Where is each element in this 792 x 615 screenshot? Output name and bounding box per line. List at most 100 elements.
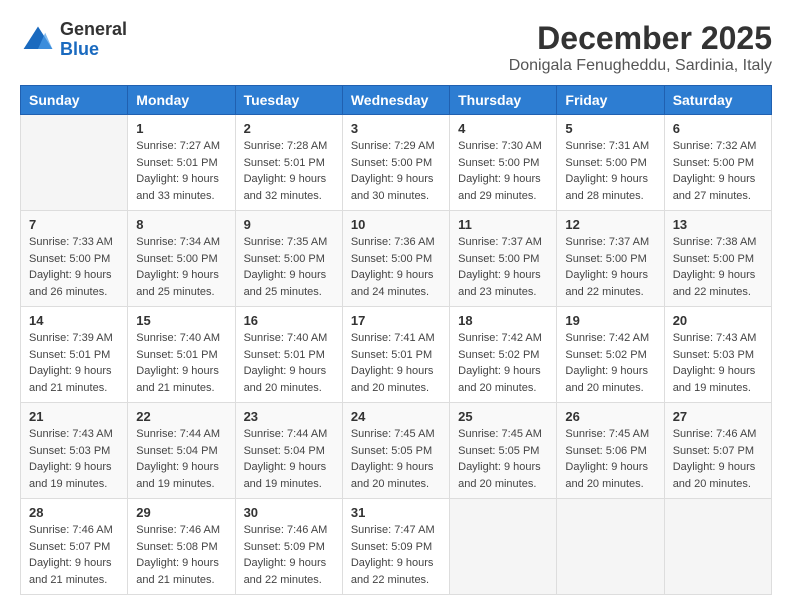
day-info: Sunrise: 7:46 AMSunset: 5:07 PMDaylight:… xyxy=(29,522,119,588)
calendar-cell: 21Sunrise: 7:43 AMSunset: 5:03 PMDayligh… xyxy=(21,403,128,499)
day-info: Sunrise: 7:32 AMSunset: 5:00 PMDaylight:… xyxy=(673,138,763,204)
day-number: 22 xyxy=(136,409,226,424)
calendar-cell xyxy=(664,499,771,595)
calendar-week-row: 28 Sunrise: 7:46 AMSunset: 5:07 PMDayligh… xyxy=(21,499,772,595)
day-number: 10 xyxy=(351,217,441,232)
day-info: Sunrise: 7:27 AMSunset: 5:01 PMDaylight:… xyxy=(136,138,226,204)
day-number: 25 xyxy=(458,409,548,424)
page-header: General Blue December 2025 Donigala Fenu… xyxy=(20,20,772,75)
calendar-cell: 30 Sunrise: 7:46 AMSunset: 5:09 PMDayligh… xyxy=(235,499,342,595)
calendar-cell: 14 Sunrise: 7:39 AMSunset: 5:01 PMDayligh… xyxy=(21,307,128,403)
calendar-cell: 15 Sunrise: 7:40 AMSunset: 5:01 PMDayligh… xyxy=(128,307,235,403)
day-number: 29 xyxy=(136,505,226,520)
calendar-cell: 13 Sunrise: 7:38 AMSunset: 5:00 PMDayligh… xyxy=(664,211,771,307)
day-number: 11 xyxy=(458,217,548,232)
logo-line1: General xyxy=(60,20,127,40)
day-number: 20 xyxy=(673,313,763,328)
day-info: Sunrise: 7:33 AMSunset: 5:00 PMDaylight:… xyxy=(29,234,119,300)
day-info: Sunrise: 7:46 AMSunset: 5:07 PMDaylight:… xyxy=(673,426,763,492)
day-number: 1 xyxy=(136,121,226,136)
calendar-cell xyxy=(21,115,128,211)
day-number: 16 xyxy=(244,313,334,328)
day-info: Sunrise: 7:37 AMSunset: 5:00 PMDaylight:… xyxy=(565,234,655,300)
calendar-cell: 4 Sunrise: 7:30 AMSunset: 5:00 PMDaylight… xyxy=(450,115,557,211)
day-number: 18 xyxy=(458,313,548,328)
calendar-cell: 5Sunrise: 7:31 AMSunset: 5:00 PMDaylight… xyxy=(557,115,664,211)
day-number: 13 xyxy=(673,217,763,232)
day-info: Sunrise: 7:39 AMSunset: 5:01 PMDaylight:… xyxy=(29,330,119,396)
day-info: Sunrise: 7:45 AMSunset: 5:05 PMDaylight:… xyxy=(351,426,441,492)
day-number: 28 xyxy=(29,505,119,520)
day-number: 24 xyxy=(351,409,441,424)
calendar-col-header: Tuesday xyxy=(235,86,342,115)
day-number: 31 xyxy=(351,505,441,520)
day-number: 4 xyxy=(458,121,548,136)
calendar-cell: 19 Sunrise: 7:42 AMSunset: 5:02 PMDayligh… xyxy=(557,307,664,403)
calendar-cell: 20 Sunrise: 7:43 AMSunset: 5:03 PMDayligh… xyxy=(664,307,771,403)
main-title: December 2025 xyxy=(509,20,772,57)
calendar-cell: 18Sunrise: 7:42 AMSunset: 5:02 PMDayligh… xyxy=(450,307,557,403)
calendar-cell: 25Sunrise: 7:45 AMSunset: 5:05 PMDayligh… xyxy=(450,403,557,499)
day-info: Sunrise: 7:30 AMSunset: 5:00 PMDaylight:… xyxy=(458,138,548,204)
calendar-cell: 29 Sunrise: 7:46 AMSunset: 5:08 PMDayligh… xyxy=(128,499,235,595)
day-info: Sunrise: 7:44 AMSunset: 5:04 PMDaylight:… xyxy=(136,426,226,492)
day-number: 17 xyxy=(351,313,441,328)
day-info: Sunrise: 7:37 AMSunset: 5:00 PMDaylight:… xyxy=(458,234,548,300)
calendar-cell: 8 Sunrise: 7:34 AMSunset: 5:00 PMDaylight… xyxy=(128,211,235,307)
calendar-cell: 12 Sunrise: 7:37 AMSunset: 5:00 PMDayligh… xyxy=(557,211,664,307)
calendar-week-row: 7 Sunrise: 7:33 AMSunset: 5:00 PMDaylight… xyxy=(21,211,772,307)
calendar-cell: 31 Sunrise: 7:47 AMSunset: 5:09 PMDayligh… xyxy=(342,499,449,595)
logo: General Blue xyxy=(20,20,127,60)
day-number: 8 xyxy=(136,217,226,232)
calendar-table: SundayMondayTuesdayWednesdayThursdayFrid… xyxy=(20,85,772,595)
day-number: 30 xyxy=(244,505,334,520)
logo-line2: Blue xyxy=(60,40,127,60)
day-info: Sunrise: 7:40 AMSunset: 5:01 PMDaylight:… xyxy=(136,330,226,396)
calendar-cell: 22 Sunrise: 7:44 AMSunset: 5:04 PMDayligh… xyxy=(128,403,235,499)
day-info: Sunrise: 7:38 AMSunset: 5:00 PMDaylight:… xyxy=(673,234,763,300)
day-info: Sunrise: 7:44 AMSunset: 5:04 PMDaylight:… xyxy=(244,426,334,492)
calendar-week-row: 1 Sunrise: 7:27 AMSunset: 5:01 PMDaylight… xyxy=(21,115,772,211)
day-info: Sunrise: 7:46 AMSunset: 5:08 PMDaylight:… xyxy=(136,522,226,588)
calendar-cell: 2Sunrise: 7:28 AMSunset: 5:01 PMDaylight… xyxy=(235,115,342,211)
day-info: Sunrise: 7:42 AMSunset: 5:02 PMDaylight:… xyxy=(565,330,655,396)
title-block: December 2025 Donigala Fenugheddu, Sardi… xyxy=(509,20,772,75)
calendar-cell: 23 Sunrise: 7:44 AMSunset: 5:04 PMDayligh… xyxy=(235,403,342,499)
calendar-cell xyxy=(557,499,664,595)
day-number: 6 xyxy=(673,121,763,136)
calendar-col-header: Friday xyxy=(557,86,664,115)
calendar-cell: 6 Sunrise: 7:32 AMSunset: 5:00 PMDaylight… xyxy=(664,115,771,211)
calendar-col-header: Thursday xyxy=(450,86,557,115)
day-number: 14 xyxy=(29,313,119,328)
day-number: 7 xyxy=(29,217,119,232)
location-subtitle: Donigala Fenugheddu, Sardinia, Italy xyxy=(509,57,772,75)
day-number: 21 xyxy=(29,409,119,424)
logo-text: General Blue xyxy=(60,20,127,60)
calendar-cell: 17 Sunrise: 7:41 AMSunset: 5:01 PMDayligh… xyxy=(342,307,449,403)
calendar-cell: 16 Sunrise: 7:40 AMSunset: 5:01 PMDayligh… xyxy=(235,307,342,403)
day-info: Sunrise: 7:40 AMSunset: 5:01 PMDaylight:… xyxy=(244,330,334,396)
calendar-cell: 26 Sunrise: 7:45 AMSunset: 5:06 PMDayligh… xyxy=(557,403,664,499)
day-info: Sunrise: 7:34 AMSunset: 5:00 PMDaylight:… xyxy=(136,234,226,300)
calendar-cell: 7 Sunrise: 7:33 AMSunset: 5:00 PMDaylight… xyxy=(21,211,128,307)
calendar-col-header: Wednesday xyxy=(342,86,449,115)
day-info: Sunrise: 7:46 AMSunset: 5:09 PMDaylight:… xyxy=(244,522,334,588)
calendar-col-header: Sunday xyxy=(21,86,128,115)
day-info: Sunrise: 7:45 AMSunset: 5:06 PMDaylight:… xyxy=(565,426,655,492)
day-number: 12 xyxy=(565,217,655,232)
day-number: 23 xyxy=(244,409,334,424)
calendar-cell: 9Sunrise: 7:35 AMSunset: 5:00 PMDaylight… xyxy=(235,211,342,307)
day-number: 19 xyxy=(565,313,655,328)
day-info: Sunrise: 7:43 AMSunset: 5:03 PMDaylight:… xyxy=(673,330,763,396)
calendar-cell: 1 Sunrise: 7:27 AMSunset: 5:01 PMDaylight… xyxy=(128,115,235,211)
day-info: Sunrise: 7:41 AMSunset: 5:01 PMDaylight:… xyxy=(351,330,441,396)
day-info: Sunrise: 7:35 AMSunset: 5:00 PMDaylight:… xyxy=(244,234,334,300)
calendar-week-row: 14 Sunrise: 7:39 AMSunset: 5:01 PMDayligh… xyxy=(21,307,772,403)
day-info: Sunrise: 7:36 AMSunset: 5:00 PMDaylight:… xyxy=(351,234,441,300)
day-number: 15 xyxy=(136,313,226,328)
calendar-cell: 27 Sunrise: 7:46 AMSunset: 5:07 PMDayligh… xyxy=(664,403,771,499)
calendar-week-row: 21Sunrise: 7:43 AMSunset: 5:03 PMDayligh… xyxy=(21,403,772,499)
day-info: Sunrise: 7:47 AMSunset: 5:09 PMDaylight:… xyxy=(351,522,441,588)
day-number: 27 xyxy=(673,409,763,424)
day-number: 26 xyxy=(565,409,655,424)
